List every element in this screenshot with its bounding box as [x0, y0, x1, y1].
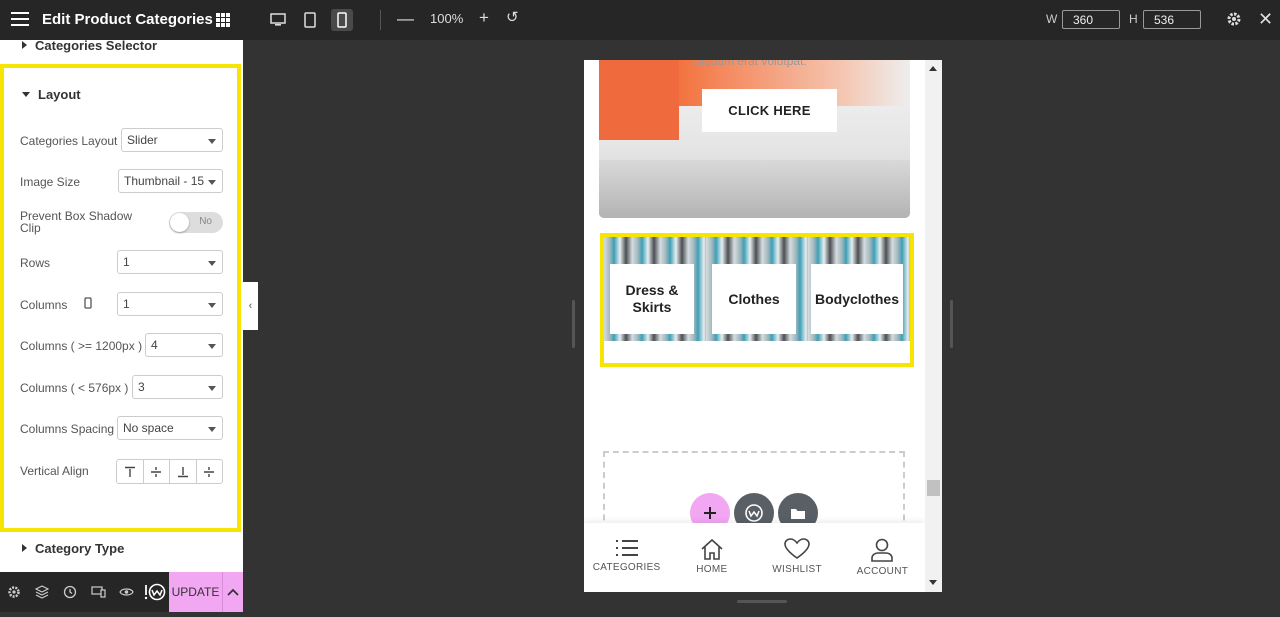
height-label: H — [1129, 12, 1138, 26]
align-stretch-icon[interactable] — [197, 460, 223, 483]
category-item[interactable]: Clothes — [706, 237, 808, 341]
hero-text: aliquam erat volutpat. — [692, 60, 807, 68]
user-icon — [871, 538, 894, 562]
nav-home[interactable]: HOME — [669, 523, 754, 592]
settings-gear-icon[interactable] — [1226, 11, 1242, 32]
zoom-level: 100% — [430, 11, 464, 26]
apps-grid-icon[interactable] — [216, 13, 230, 27]
columns-spacing-select[interactable]: No space — [117, 416, 223, 440]
caret-down-icon — [22, 92, 30, 97]
caret-right-icon — [22, 544, 27, 552]
category-label: Dress & Skirts — [610, 264, 694, 334]
align-bottom-icon[interactable] — [170, 460, 197, 483]
layers-icon[interactable] — [34, 584, 50, 600]
vertical-align-label: Vertical Align — [20, 464, 89, 478]
home-icon — [701, 538, 723, 560]
rows-label: Rows — [20, 256, 51, 270]
click-here-button[interactable]: CLICK HERE — [702, 89, 837, 132]
width-input[interactable]: 360 — [1062, 10, 1120, 29]
height-input[interactable]: 536 — [1143, 10, 1201, 29]
panel-footer: UPDATE — [0, 572, 243, 612]
hero-banner: aliquam erat volutpat. CLICK HERE — [599, 60, 910, 218]
top-bar: Edit Product Categories — 100% + ↺ W 360… — [0, 0, 1280, 40]
list-icon — [615, 540, 638, 556]
align-middle-icon[interactable] — [144, 460, 170, 483]
mobile-device-icon[interactable] — [84, 296, 92, 314]
zoom-out-icon[interactable]: — — [397, 9, 414, 29]
desktop-icon[interactable] — [267, 9, 289, 31]
bottom-navigation: CATEGORIES HOME WISHLIST ACCOUNT — [584, 523, 925, 592]
scroll-up-arrow-icon[interactable] — [929, 66, 937, 71]
responsive-icon[interactable] — [90, 584, 106, 600]
nav-label: WISHLIST — [772, 564, 822, 575]
columns-small-label: Columns ( < 576px ) — [20, 381, 129, 395]
zoom-in-icon[interactable]: + — [479, 8, 489, 28]
mobile-preview: aliquam erat volutpat. CLICK HERE Dress … — [584, 60, 942, 592]
category-label: Clothes — [712, 264, 796, 334]
settings-icon[interactable] — [6, 584, 22, 600]
resize-handle-bottom[interactable] — [737, 600, 787, 603]
plugin-logo-icon[interactable] — [143, 583, 167, 601]
scroll-down-arrow-icon[interactable] — [929, 580, 937, 585]
preview-scrollbar[interactable] — [925, 60, 942, 592]
preview-eye-icon[interactable] — [118, 584, 134, 600]
divider — [380, 10, 381, 30]
resize-handle-left[interactable] — [572, 300, 575, 348]
prevent-shadow-label: Prevent Box Shadow Clip — [20, 209, 133, 235]
tablet-icon[interactable] — [299, 9, 321, 31]
nav-label: CATEGORIES — [592, 562, 661, 573]
align-top-icon[interactable] — [117, 460, 144, 483]
scrollbar-thumb[interactable] — [927, 480, 940, 496]
prevent-shadow-toggle[interactable]: No — [169, 212, 223, 233]
columns-small-select[interactable]: 3 — [132, 375, 223, 399]
page-title: Edit Product Categories — [42, 11, 213, 28]
update-button[interactable]: UPDATE — [169, 572, 222, 612]
nav-categories[interactable]: CATEGORIES — [584, 523, 669, 592]
image-size-label: Image Size — [20, 175, 81, 189]
categories-widget[interactable]: Dress & Skirts Clothes Bodyclothes — [600, 233, 914, 367]
columns-large-select[interactable]: 4 — [145, 333, 223, 357]
rows-select[interactable]: 1 — [117, 250, 223, 274]
columns-select[interactable]: 1 — [117, 292, 223, 316]
columns-large-label: Columns ( >= 1200px ) — [20, 339, 143, 353]
vertical-align-control — [116, 459, 223, 484]
collapse-panel-chevron-icon[interactable]: ‹ — [243, 282, 258, 330]
category-item[interactable]: Bodyclothes — [808, 237, 910, 341]
nav-wishlist[interactable]: WISHLIST — [755, 523, 840, 592]
caret-right-icon — [22, 41, 27, 49]
mobile-icon[interactable] — [331, 9, 353, 31]
image-size-select[interactable]: Thumbnail - 15 — [118, 169, 223, 193]
update-options-chevron-icon[interactable] — [222, 572, 243, 612]
nav-account[interactable]: ACCOUNT — [840, 523, 925, 592]
reset-zoom-icon[interactable]: ↺ — [506, 8, 519, 26]
history-icon[interactable] — [62, 584, 78, 600]
resize-handle-right[interactable] — [950, 300, 953, 348]
menu-icon[interactable] — [11, 12, 29, 27]
category-item[interactable]: Dress & Skirts — [604, 237, 706, 341]
categories-layout-select[interactable]: Slider — [121, 128, 223, 152]
columns-label: Columns — [20, 298, 68, 312]
categories-layout-label: Categories Layout — [20, 134, 118, 148]
settings-panel: Categories Selector Layout Categories La… — [0, 40, 243, 572]
nav-label: ACCOUNT — [856, 566, 909, 577]
section-layout[interactable]: Layout — [22, 87, 81, 102]
section-category-type[interactable]: Category Type — [22, 541, 124, 556]
close-icon[interactable]: ✕ — [1258, 9, 1273, 30]
heart-icon — [784, 538, 810, 559]
section-categories-selector[interactable]: Categories Selector — [22, 40, 157, 53]
width-label: W — [1046, 12, 1058, 26]
nav-label: HOME — [696, 564, 728, 575]
columns-spacing-label: Columns Spacing — [20, 422, 115, 436]
category-label: Bodyclothes — [811, 264, 903, 334]
